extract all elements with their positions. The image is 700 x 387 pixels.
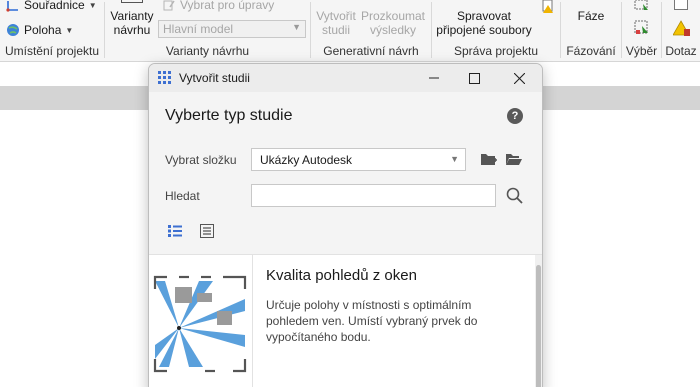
globe-icon — [7, 24, 19, 36]
group-title-selection: Výběr — [625, 44, 658, 58]
design-options-icon — [121, 0, 143, 3]
manage-links-button[interactable]: Spravovat připojené soubory — [432, 9, 536, 37]
group-title-inquiry: Dotaz — [665, 44, 697, 58]
dialog-heading: Vyberte typ studie — [165, 107, 293, 124]
help-icon[interactable]: ? — [507, 108, 523, 124]
close-button[interactable] — [499, 64, 539, 92]
search-icon — [506, 187, 523, 204]
study-card-description: Určuje polohy v místnosti s optimálním p… — [266, 298, 478, 344]
ribbon-group-phasing: Fáze Fázování — [561, 0, 621, 62]
design-options-button[interactable]: Varianty návrhu — [107, 0, 157, 37]
ribbon-group-selection: Výběr — [622, 0, 661, 62]
edit-icon — [163, 0, 175, 11]
new-folder-button[interactable] — [479, 149, 499, 169]
model-combo[interactable]: Hlavní model ▼ — [158, 20, 306, 38]
coordinates-button[interactable]: Souřadnice ▼ — [6, 0, 97, 12]
document-warning-icon[interactable] — [540, 0, 556, 14]
coordinates-icon — [6, 1, 18, 12]
dialog-title: Vytvořit studii — [179, 71, 250, 85]
warning-icon[interactable] — [673, 20, 691, 37]
chevron-down-icon: ▼ — [450, 154, 459, 164]
folder-label: Vybrat složku — [165, 153, 237, 167]
group-title-variants: Varianty návrhu — [165, 44, 250, 58]
list-view-icon — [168, 225, 182, 237]
minimize-icon — [429, 77, 439, 79]
minimize-button[interactable] — [414, 64, 454, 92]
create-study-dialog: Vytvořit studii Vyberte typ studie ? Vyb… — [148, 63, 543, 387]
ribbon-group-project: Spravovat připojené soubory Správa proje… — [432, 0, 560, 62]
vertical-scrollbar[interactable] — [535, 255, 542, 387]
select-for-edit-button[interactable]: Vybrat pro úpravy — [162, 0, 274, 12]
search-button[interactable] — [504, 185, 524, 205]
open-folder-icon — [506, 153, 522, 165]
create-study-button[interactable]: Vytvořit studii — [313, 9, 359, 37]
chevron-down-icon: ▼ — [292, 22, 301, 32]
list-view-toggle[interactable] — [165, 221, 185, 241]
close-icon — [513, 72, 525, 84]
study-card-thumbnail[interactable] — [149, 255, 253, 387]
phases-button[interactable]: Fáze — [566, 9, 616, 23]
ribbon-group-generative: Vytvořit studii Prozkoumat výsledky Gene… — [311, 0, 431, 62]
detail-view-toggle[interactable] — [197, 221, 217, 241]
search-label: Hledat — [165, 189, 200, 203]
dialog-titlebar[interactable]: Vytvořit studii — [149, 64, 542, 92]
study-card-title[interactable]: Kvalita pohledů z oken — [266, 267, 417, 284]
grid-app-icon — [158, 71, 171, 84]
group-title-location: Umístění projektu — [4, 44, 100, 58]
position-button[interactable]: Poloha ▼ — [6, 23, 73, 37]
ribbon-group-location: Souřadnice ▼ Poloha ▼ Umístění projektu — [0, 0, 104, 62]
ids-icon[interactable] — [674, 0, 688, 10]
new-folder-icon — [481, 153, 497, 165]
select-pinned-icon[interactable] — [634, 20, 650, 36]
open-folder-button[interactable] — [504, 149, 524, 169]
scrollbar-thumb[interactable] — [536, 265, 541, 387]
chevron-down-icon: ▼ — [88, 0, 97, 10]
explore-results-button[interactable]: Prozkoumat výsledky — [360, 9, 426, 37]
ribbon: Souřadnice ▼ Poloha ▼ Umístění projektu … — [0, 0, 700, 62]
group-title-phasing: Fázování — [566, 44, 616, 58]
window-view-quality-image — [153, 275, 247, 373]
select-links-icon[interactable] — [634, 0, 650, 12]
detail-view-icon — [200, 224, 214, 238]
ribbon-group-inquiry: Dotaz — [662, 0, 700, 62]
group-title-generative: Generativní návrh — [323, 44, 419, 58]
maximize-button[interactable] — [454, 64, 494, 92]
folder-select[interactable]: Ukázky Autodesk ▼ — [251, 148, 466, 171]
search-input[interactable] — [251, 184, 496, 207]
group-title-project: Správa projektu — [453, 44, 539, 58]
study-list: Kvalita pohledů z oken Určuje polohy v m… — [149, 254, 542, 387]
maximize-icon — [468, 72, 480, 84]
chevron-down-icon: ▼ — [65, 25, 74, 35]
